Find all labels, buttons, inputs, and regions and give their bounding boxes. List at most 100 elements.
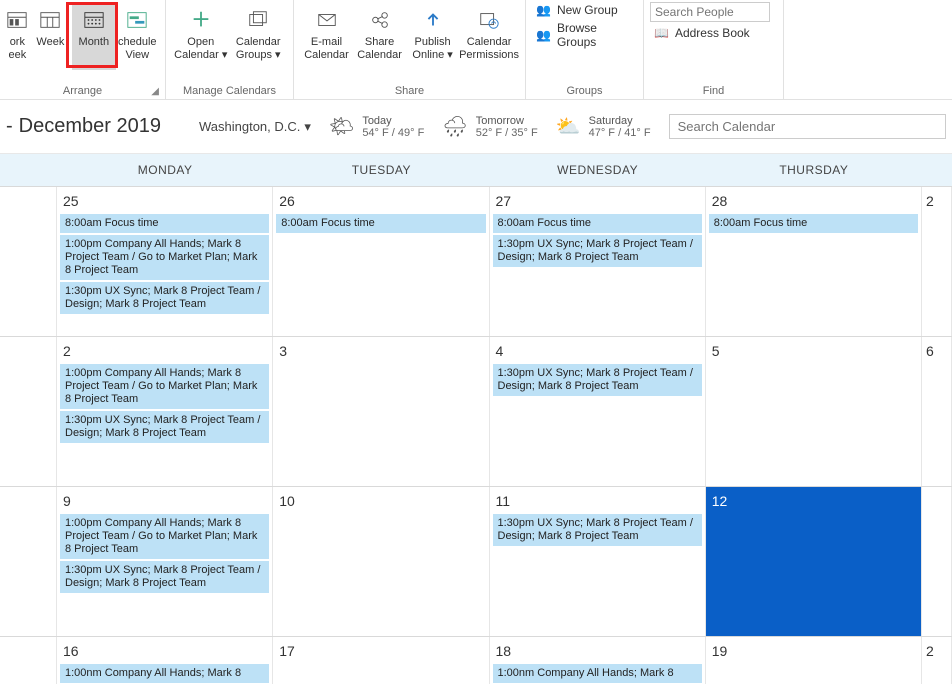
address-book-label: Address Book [675, 26, 750, 40]
calendar-event[interactable]: 1:30pm UX Sync; Mark 8 Project Team / De… [493, 514, 702, 546]
weather-partly-icon: ⛅ [556, 114, 581, 139]
schedule-view-button[interactable]: chedule View [116, 4, 159, 70]
day-cell[interactable]: 41:30pm UX Sync; Mark 8 Project Team / D… [490, 337, 706, 486]
calendar-event[interactable]: 8:00am Focus time [60, 214, 269, 233]
week-button[interactable]: Week [29, 4, 72, 70]
day-cell[interactable]: 3 [273, 337, 489, 486]
arrange-launcher-icon[interactable]: ◢ [151, 86, 159, 97]
day-number: 6 [922, 337, 951, 363]
calendar-permissions-button[interactable]: Calendar Permissions [459, 4, 519, 70]
day-cell[interactable]: 21:00pm Company All Hands; Mark 8 Projec… [57, 337, 273, 486]
weather-label: Tomorrow [476, 115, 538, 127]
open-calendar-button[interactable]: Open Calendar ▾ [172, 4, 230, 70]
schedule-view-label: chedule View [116, 36, 159, 62]
day-cell[interactable]: 19 [706, 637, 922, 684]
day-number: 2 [922, 187, 951, 213]
search-calendar-container [669, 114, 946, 139]
search-calendar-input[interactable] [669, 114, 946, 139]
ribbon-group-groups: 👥 New Group 👥 Browse Groups Groups [526, 0, 644, 99]
calendar-groups-icon [245, 8, 271, 32]
day-cell[interactable]: 288:00am Focus time [706, 187, 922, 336]
month-button[interactable]: Month [72, 4, 115, 70]
work-week-button[interactable]: ork eek [6, 4, 29, 70]
month-title: - December 2019 [6, 115, 161, 138]
day-number: 19 [706, 637, 921, 663]
row-trail-cell[interactable]: 6 [922, 337, 952, 486]
work-week-label: ork eek [6, 36, 29, 62]
dropdown-icon: ▾ [304, 119, 311, 135]
email-calendar-button[interactable]: E-mail Calendar [300, 4, 353, 70]
calendar-event[interactable]: 1:00nm Company All Hands; Mark 8 [493, 664, 702, 683]
calendar-event[interactable]: 8:00am Focus time [276, 214, 485, 233]
new-group-button[interactable]: 👥 New Group [532, 2, 622, 18]
row-lead-cell[interactable] [0, 187, 57, 336]
day-cell[interactable]: 181:00nm Company All Hands; Mark 8 [490, 637, 706, 684]
weather-rain-icon: 🌧 [442, 114, 467, 139]
day-cell[interactable]: 17 [273, 637, 489, 684]
row-trail-cell[interactable]: 2 [922, 637, 952, 684]
publish-online-button[interactable]: Publish Online ▾ [406, 4, 459, 70]
calendar-event[interactable]: 1:00pm Company All Hands; Mark 8 Project… [60, 514, 269, 559]
row-lead-cell[interactable] [0, 337, 57, 486]
weather-temps: 47° F / 41° F [589, 127, 651, 139]
address-book-icon: 📖 [654, 26, 669, 40]
calendar-event[interactable]: 1:30pm UX Sync; Mark 8 Project Team / De… [60, 411, 269, 443]
day-number: 16 [57, 637, 272, 663]
calendar-event[interactable]: 1:30pm UX Sync; Mark 8 Project Team / De… [493, 235, 702, 267]
share-calendar-button[interactable]: Share Calendar [353, 4, 406, 70]
day-number: 18 [490, 637, 705, 663]
weekday-thu: THURSDAY [706, 154, 922, 186]
weather-today[interactable]: 🌤 Today 54° F / 49° F [329, 114, 424, 139]
weather-temps: 52° F / 35° F [476, 127, 538, 139]
calendar-workweek-icon [6, 8, 29, 32]
day-number: 2 [922, 637, 951, 663]
calendar-event[interactable]: 8:00am Focus time [493, 214, 702, 233]
row-lead-cell[interactable] [0, 487, 57, 636]
row-lead-cell[interactable] [0, 637, 57, 684]
day-cell[interactable]: 5 [706, 337, 922, 486]
search-people-input[interactable] [650, 2, 770, 22]
calendar-event[interactable]: 1:00pm Company All Hands; Mark 8 Project… [60, 235, 269, 280]
calendar-event[interactable]: 8:00am Focus time [709, 214, 918, 233]
day-number: 12 [706, 487, 921, 513]
calendar-groups-button[interactable]: Calendar Groups ▾ [230, 4, 288, 70]
find-group-label: Find [650, 85, 777, 99]
day-cell[interactable]: 10 [273, 487, 489, 636]
location-picker[interactable]: Washington, D.C. ▾ [199, 119, 311, 135]
calendar-event[interactable]: 1:30pm UX Sync; Mark 8 Project Team / De… [60, 282, 269, 314]
calendar-event[interactable]: 1:00nm Company All Hands; Mark 8 [60, 664, 269, 683]
ribbon: ork eek Week Month chedule View Arrange◢… [0, 0, 952, 100]
calendar-event[interactable]: 1:30pm UX Sync; Mark 8 Project Team / De… [60, 561, 269, 593]
weather-sun-icon: 🌤 [329, 114, 354, 139]
day-cell[interactable]: 91:00pm Company All Hands; Mark 8 Projec… [57, 487, 273, 636]
calendar-row: 21:00pm Company All Hands; Mark 8 Projec… [0, 336, 952, 486]
calendar-event[interactable]: 1:00pm Company All Hands; Mark 8 Project… [60, 364, 269, 409]
manage-group-label: Manage Calendars [172, 85, 287, 99]
calendar-event[interactable]: 1:30pm UX Sync; Mark 8 Project Team / De… [493, 364, 702, 396]
day-number: 26 [273, 187, 488, 213]
day-number: 4 [490, 337, 705, 363]
calendar-month-icon [81, 8, 107, 32]
weather-saturday[interactable]: ⛅ Saturday 47° F / 41° F [556, 114, 651, 139]
day-cell[interactable]: 258:00am Focus time1:00pm Company All Ha… [57, 187, 273, 336]
calendar-schedule-icon [124, 8, 150, 32]
address-book-button[interactable]: 📖 Address Book [650, 24, 754, 42]
open-calendar-label: Open Calendar ▾ [172, 36, 230, 62]
day-cell[interactable]: 161:00nm Company All Hands; Mark 8 [57, 637, 273, 684]
calendar-row: 91:00pm Company All Hands; Mark 8 Projec… [0, 486, 952, 636]
day-cell[interactable]: 12 [706, 487, 922, 636]
browse-groups-button[interactable]: 👥 Browse Groups [532, 20, 637, 50]
day-cell[interactable]: 268:00am Focus time [273, 187, 489, 336]
day-cell[interactable]: 278:00am Focus time1:30pm UX Sync; Mark … [490, 187, 706, 336]
group-browse-icon: 👥 [536, 28, 551, 42]
row-trail-cell[interactable]: 2 [922, 187, 952, 336]
row-trail-cell[interactable] [922, 487, 952, 636]
share-icon [367, 8, 393, 32]
groups-group-label: Groups [532, 85, 637, 99]
ribbon-group-find: 📖 Address Book Find [644, 0, 784, 99]
weather-temps: 54° F / 49° F [362, 127, 424, 139]
weekday-mon: MONDAY [57, 154, 273, 186]
day-cell[interactable]: 111:30pm UX Sync; Mark 8 Project Team / … [490, 487, 706, 636]
weather-tomorrow[interactable]: 🌧 Tomorrow 52° F / 35° F [442, 114, 537, 139]
group-add-icon: 👥 [536, 3, 551, 17]
